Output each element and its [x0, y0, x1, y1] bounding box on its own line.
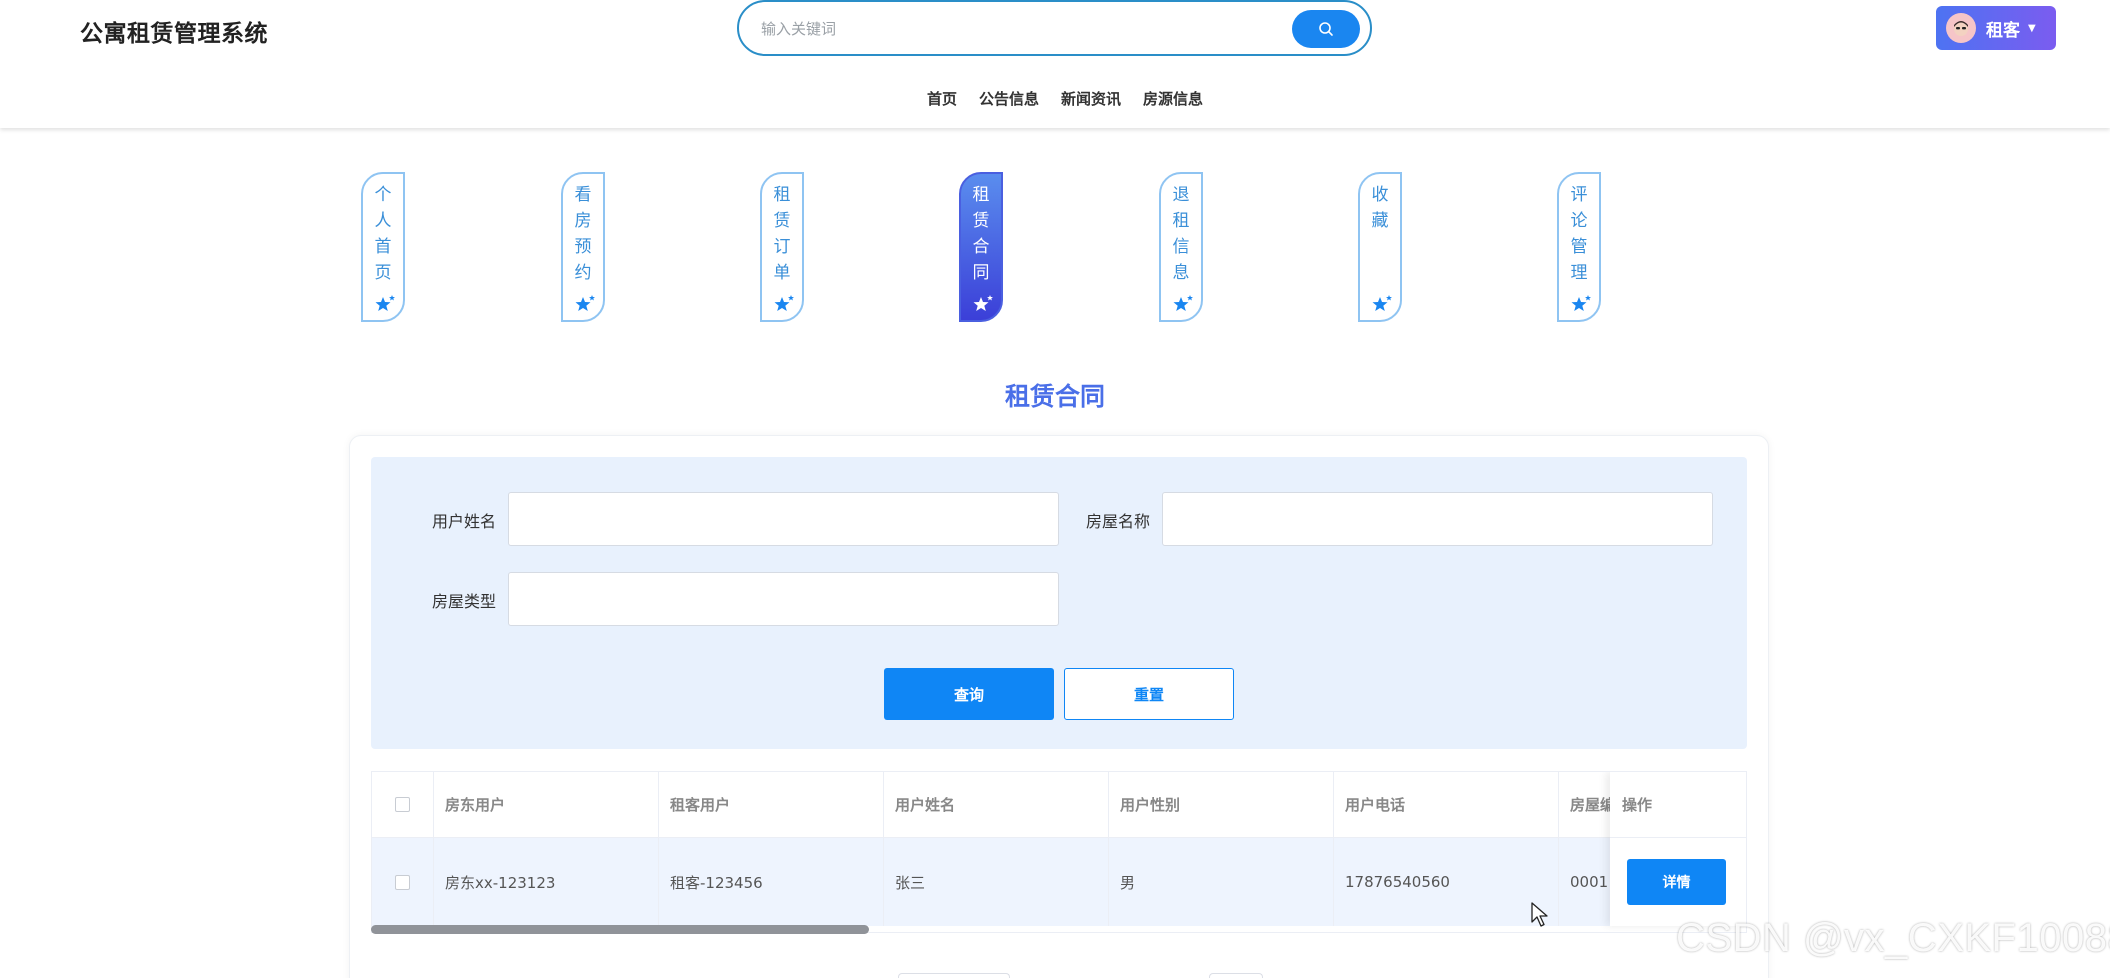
tab-3[interactable]: 租赁合同 [959, 172, 1003, 322]
tab-label-char: 评 [1570, 185, 1588, 205]
tab-label-char: 赁 [972, 211, 990, 231]
tab-label-char: 租 [972, 185, 990, 205]
nav-item-news[interactable]: 新闻资讯 [1061, 88, 1121, 109]
action-cell: 详情 [1610, 838, 1746, 926]
tab-6[interactable]: 评论管理 [1557, 172, 1601, 322]
star-icon [1173, 295, 1193, 311]
column-header[interactable]: 用户性别 [1109, 772, 1334, 837]
tab-label-char: 预 [574, 237, 592, 257]
tab-label-char: 租 [1172, 211, 1190, 231]
top-header: 公寓租赁管理系统 租客 ▼ 首页 公告信息 新闻资讯 房源信息 [0, 0, 2110, 128]
table-cell: 17876540560 [1334, 838, 1559, 926]
nav-item-listings[interactable]: 房源信息 [1143, 88, 1203, 109]
search-button[interactable] [1292, 10, 1360, 48]
detail-button[interactable]: 详情 [1627, 859, 1726, 905]
table-cell: 租客-123456 [659, 838, 884, 926]
tab-2[interactable]: 租赁订单 [760, 172, 804, 322]
watermark: CSDN @vx_CXKF10088 [1676, 916, 2110, 960]
tab-label: 收藏 [1372, 186, 1389, 231]
username-field[interactable] [508, 492, 1059, 546]
tab-label-char: 退 [1172, 185, 1190, 205]
tab-label-char: 租 [773, 185, 791, 205]
column-header[interactable]: 用户电话 [1334, 772, 1559, 837]
tab-label-char: 首 [374, 237, 392, 257]
tab-5[interactable]: 收藏 [1358, 172, 1402, 322]
tab-label: 退租信息 [1173, 186, 1190, 283]
query-button[interactable]: 查询 [884, 668, 1054, 720]
house-type-label: 房屋类型 [432, 592, 497, 611]
tab-label: 租赁订单 [774, 186, 791, 283]
tab-label-char: 看 [574, 185, 592, 205]
action-column: 操作 详情 [1610, 772, 1746, 926]
table-cell: 房东xx-123123 [434, 838, 659, 926]
tab-label-char: 管 [1570, 237, 1588, 257]
tab-label-char: 约 [574, 263, 592, 283]
mouse-cursor-icon [1531, 902, 1548, 927]
star-icon [973, 295, 993, 311]
chevron-down-icon: ▼ [2028, 22, 2036, 34]
tab-label: 评论管理 [1571, 186, 1588, 283]
star-icon [1571, 295, 1591, 311]
tab-label-char: 订 [773, 237, 791, 257]
column-header[interactable]: 房东用户 [434, 772, 659, 837]
tab-label-char: 论 [1570, 211, 1588, 231]
nav-item-announcements[interactable]: 公告信息 [979, 88, 1039, 109]
action-header: 操作 [1610, 772, 1746, 838]
tab-label-char: 赁 [773, 211, 791, 231]
search-input[interactable] [761, 16, 1281, 42]
tab-label-char: 藏 [1371, 211, 1389, 231]
page-title: 租赁合同 [1004, 382, 1105, 411]
star-icon [1372, 295, 1392, 311]
tab-label-char: 合 [972, 237, 990, 257]
app-title: 公寓租赁管理系统 [80, 21, 268, 47]
tab-1[interactable]: 看房预约 [561, 172, 605, 322]
tab-label-char: 收 [1371, 185, 1389, 205]
row-checkbox-cell [372, 838, 434, 926]
reset-button[interactable]: 重置 [1064, 668, 1234, 720]
house-name-field[interactable] [1162, 492, 1713, 546]
username-label: 用户姓名 [432, 512, 497, 531]
tab-label-char: 同 [972, 263, 990, 283]
tab-label-char: 个 [374, 185, 392, 205]
user-menu-button[interactable]: 租客 ▼ [1936, 6, 2056, 50]
tab-label-char: 息 [1172, 263, 1190, 283]
user-name: 租客 [1986, 20, 2020, 41]
search-bar [737, 0, 1372, 56]
horizontal-scrollbar[interactable] [371, 925, 869, 934]
tab-label: 租赁合同 [973, 186, 990, 283]
tab-label-char: 人 [374, 211, 392, 231]
select-all-checkbox[interactable] [395, 797, 410, 812]
tab-label-char: 信 [1172, 237, 1190, 257]
header-checkbox-cell [372, 772, 434, 837]
star-icon [575, 295, 595, 311]
tab-label: 个人首页 [375, 186, 392, 283]
house-name-label: 房屋名称 [1086, 512, 1151, 531]
tab-label-char: 房 [574, 211, 592, 231]
pagination-control[interactable] [898, 973, 1010, 978]
house-type-field[interactable] [508, 572, 1059, 626]
tab-label-char: 单 [773, 263, 791, 283]
main-nav: 首页 公告信息 新闻资讯 房源信息 [0, 88, 2110, 109]
nav-item-home[interactable]: 首页 [927, 88, 957, 109]
avatar-icon [1946, 13, 1976, 43]
row-checkbox[interactable] [395, 874, 410, 890]
star-icon [774, 295, 794, 311]
table-cell: 张三 [884, 838, 1109, 926]
search-icon [1319, 22, 1333, 36]
column-header[interactable]: 用户姓名 [884, 772, 1109, 837]
tab-label-char: 页 [374, 263, 392, 283]
table-cell: 男 [1109, 838, 1334, 926]
tab-label-char: 理 [1570, 263, 1588, 283]
pagination-control[interactable] [1209, 973, 1263, 978]
star-icon [375, 295, 395, 311]
table-header: 房东用户 租客用户 用户姓名 用户性别 用户电话 房屋编 [372, 772, 1746, 838]
tab-label: 看房预约 [575, 186, 592, 283]
column-header[interactable]: 租客用户 [659, 772, 884, 837]
tab-4[interactable]: 退租信息 [1159, 172, 1203, 322]
tab-0[interactable]: 个人首页 [361, 172, 405, 322]
